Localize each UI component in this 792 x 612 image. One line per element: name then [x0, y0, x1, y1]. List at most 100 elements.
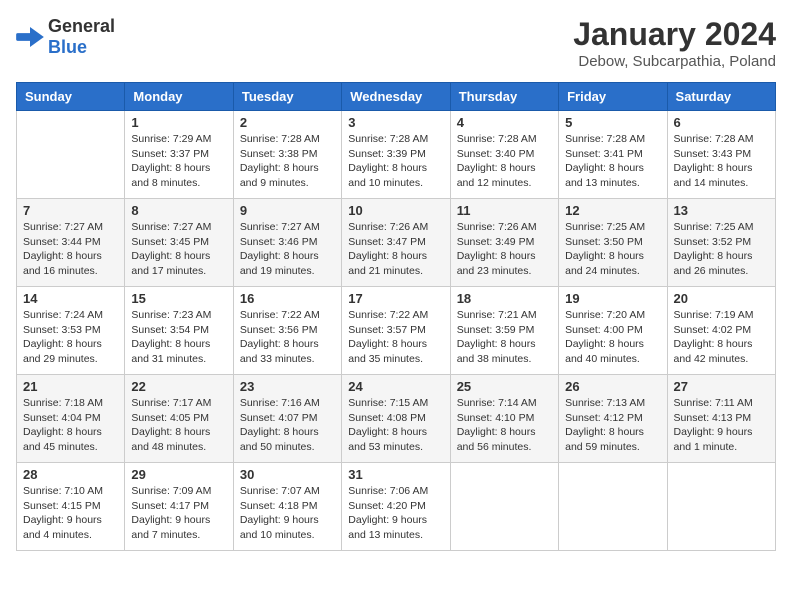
day-number: 18	[457, 291, 552, 306]
day-number: 20	[674, 291, 769, 306]
calendar-cell: 2 Sunrise: 7:28 AM Sunset: 3:38 PM Daylig…	[233, 111, 341, 199]
day-number: 17	[348, 291, 443, 306]
day-number: 1	[131, 115, 226, 130]
day-info: Sunrise: 7:25 AM Sunset: 3:52 PM Dayligh…	[674, 220, 769, 279]
day-number: 6	[674, 115, 769, 130]
day-info: Sunrise: 7:27 AM Sunset: 3:44 PM Dayligh…	[23, 220, 118, 279]
day-info: Sunrise: 7:27 AM Sunset: 3:45 PM Dayligh…	[131, 220, 226, 279]
calendar-cell: 14 Sunrise: 7:24 AM Sunset: 3:53 PM Dayli…	[17, 287, 125, 375]
calendar-cell: 5Sunrise: 7:28 AM Sunset: 3:41 PM Daylig…	[559, 111, 667, 199]
day-number: 19	[565, 291, 660, 306]
calendar-cell: 8 Sunrise: 7:27 AM Sunset: 3:45 PM Daylig…	[125, 199, 233, 287]
calendar-cell: 25 Sunrise: 7:14 AM Sunset: 4:10 PM Dayli…	[450, 375, 558, 463]
calendar-cell: 15 Sunrise: 7:23 AM Sunset: 3:54 PM Dayli…	[125, 287, 233, 375]
day-number: 28	[23, 467, 118, 482]
day-number: 11	[457, 203, 552, 218]
day-info: Sunrise: 7:15 AM Sunset: 4:08 PM Dayligh…	[348, 396, 443, 455]
day-number: 31	[348, 467, 443, 482]
day-number: 26	[565, 379, 660, 394]
day-number: 13	[674, 203, 769, 218]
day-number: 3	[348, 115, 443, 130]
calendar-cell: 9Sunrise: 7:27 AM Sunset: 3:46 PM Daylig…	[233, 199, 341, 287]
day-info: Sunrise: 7:06 AM Sunset: 4:20 PM Dayligh…	[348, 484, 443, 543]
calendar-body: 1 Sunrise: 7:29 AM Sunset: 3:37 PM Daylig…	[17, 111, 776, 551]
calendar-cell: 24 Sunrise: 7:15 AM Sunset: 4:08 PM Dayli…	[342, 375, 450, 463]
day-number: 12	[565, 203, 660, 218]
day-info: Sunrise: 7:18 AM Sunset: 4:04 PM Dayligh…	[23, 396, 118, 455]
day-info: Sunrise: 7:23 AM Sunset: 3:54 PM Dayligh…	[131, 308, 226, 367]
day-info: Sunrise: 7:25 AM Sunset: 3:50 PM Dayligh…	[565, 220, 660, 279]
calendar-cell: 13 Sunrise: 7:25 AM Sunset: 3:52 PM Dayli…	[667, 199, 775, 287]
day-number: 5	[565, 115, 660, 130]
day-info: Sunrise: 7:26 AM Sunset: 3:47 PM Dayligh…	[348, 220, 443, 279]
day-info: Sunrise: 7:28 AM Sunset: 3:43 PM Dayligh…	[674, 132, 769, 191]
day-number: 8	[131, 203, 226, 218]
day-info: Sunrise: 7:19 AM Sunset: 4:02 PM Dayligh…	[674, 308, 769, 367]
day-header-saturday: Saturday	[667, 83, 775, 111]
day-header-wednesday: Wednesday	[342, 83, 450, 111]
day-number: 23	[240, 379, 335, 394]
day-info: Sunrise: 7:22 AM Sunset: 3:56 PM Dayligh…	[240, 308, 335, 367]
calendar-cell: 18Sunrise: 7:21 AM Sunset: 3:59 PM Dayli…	[450, 287, 558, 375]
day-header-tuesday: Tuesday	[233, 83, 341, 111]
day-info: Sunrise: 7:10 AM Sunset: 4:15 PM Dayligh…	[23, 484, 118, 543]
day-info: Sunrise: 7:20 AM Sunset: 4:00 PM Dayligh…	[565, 308, 660, 367]
logo: General Blue	[16, 16, 115, 58]
calendar-cell: 29 Sunrise: 7:09 AM Sunset: 4:17 PM Dayli…	[125, 463, 233, 551]
calendar-cell: 31 Sunrise: 7:06 AM Sunset: 4:20 PM Dayli…	[342, 463, 450, 551]
calendar-cell: 16Sunrise: 7:22 AM Sunset: 3:56 PM Dayli…	[233, 287, 341, 375]
day-info: Sunrise: 7:13 AM Sunset: 4:12 PM Dayligh…	[565, 396, 660, 455]
logo-icon	[16, 27, 44, 47]
calendar-cell	[559, 463, 667, 551]
day-number: 21	[23, 379, 118, 394]
calendar-cell: 17 Sunrise: 7:22 AM Sunset: 3:57 PM Dayli…	[342, 287, 450, 375]
calendar-cell: 26 Sunrise: 7:13 AM Sunset: 4:12 PM Dayli…	[559, 375, 667, 463]
day-number: 9	[240, 203, 335, 218]
day-info: Sunrise: 7:07 AM Sunset: 4:18 PM Dayligh…	[240, 484, 335, 543]
day-number: 15	[131, 291, 226, 306]
calendar-cell: 19 Sunrise: 7:20 AM Sunset: 4:00 PM Dayli…	[559, 287, 667, 375]
week-row-4: 21 Sunrise: 7:18 AM Sunset: 4:04 PM Dayli…	[17, 375, 776, 463]
day-header-thursday: Thursday	[450, 83, 558, 111]
calendar-cell	[17, 111, 125, 199]
day-info: Sunrise: 7:29 AM Sunset: 3:37 PM Dayligh…	[131, 132, 226, 191]
day-info: Sunrise: 7:16 AM Sunset: 4:07 PM Dayligh…	[240, 396, 335, 455]
calendar-cell: 12 Sunrise: 7:25 AM Sunset: 3:50 PM Dayli…	[559, 199, 667, 287]
day-number: 24	[348, 379, 443, 394]
calendar-table: SundayMondayTuesdayWednesdayThursdayFrid…	[16, 82, 776, 551]
day-number: 7	[23, 203, 118, 218]
calendar-cell	[667, 463, 775, 551]
day-header-monday: Monday	[125, 83, 233, 111]
calendar-cell	[450, 463, 558, 551]
day-number: 2	[240, 115, 335, 130]
day-info: Sunrise: 7:28 AM Sunset: 3:38 PM Dayligh…	[240, 132, 335, 191]
calendar-cell: 23 Sunrise: 7:16 AM Sunset: 4:07 PM Dayli…	[233, 375, 341, 463]
day-info: Sunrise: 7:22 AM Sunset: 3:57 PM Dayligh…	[348, 308, 443, 367]
calendar-cell: 7 Sunrise: 7:27 AM Sunset: 3:44 PM Daylig…	[17, 199, 125, 287]
calendar-cell: 30 Sunrise: 7:07 AM Sunset: 4:18 PM Dayli…	[233, 463, 341, 551]
day-number: 30	[240, 467, 335, 482]
calendar-cell: 1 Sunrise: 7:29 AM Sunset: 3:37 PM Daylig…	[125, 111, 233, 199]
day-number: 29	[131, 467, 226, 482]
day-number: 14	[23, 291, 118, 306]
day-header-friday: Friday	[559, 83, 667, 111]
calendar-cell: 3Sunrise: 7:28 AM Sunset: 3:39 PM Daylig…	[342, 111, 450, 199]
week-row-3: 14 Sunrise: 7:24 AM Sunset: 3:53 PM Dayli…	[17, 287, 776, 375]
day-info: Sunrise: 7:14 AM Sunset: 4:10 PM Dayligh…	[457, 396, 552, 455]
day-info: Sunrise: 7:09 AM Sunset: 4:17 PM Dayligh…	[131, 484, 226, 543]
title-area: January 2024 Debow, Subcarpathia, Poland	[573, 16, 776, 70]
calendar-cell: 4Sunrise: 7:28 AM Sunset: 3:40 PM Daylig…	[450, 111, 558, 199]
calendar-cell: 20 Sunrise: 7:19 AM Sunset: 4:02 PM Dayli…	[667, 287, 775, 375]
logo-text-blue: Blue	[48, 37, 87, 57]
day-number: 25	[457, 379, 552, 394]
day-number: 22	[131, 379, 226, 394]
week-row-5: 28 Sunrise: 7:10 AM Sunset: 4:15 PM Dayli…	[17, 463, 776, 551]
month-title: January 2024	[573, 16, 776, 53]
calendar-cell: 27Sunrise: 7:11 AM Sunset: 4:13 PM Dayli…	[667, 375, 775, 463]
day-info: Sunrise: 7:24 AM Sunset: 3:53 PM Dayligh…	[23, 308, 118, 367]
calendar-cell: 22Sunrise: 7:17 AM Sunset: 4:05 PM Dayli…	[125, 375, 233, 463]
calendar-cell: 28 Sunrise: 7:10 AM Sunset: 4:15 PM Dayli…	[17, 463, 125, 551]
calendar-cell: 6 Sunrise: 7:28 AM Sunset: 3:43 PM Daylig…	[667, 111, 775, 199]
day-number: 4	[457, 115, 552, 130]
day-info: Sunrise: 7:26 AM Sunset: 3:49 PM Dayligh…	[457, 220, 552, 279]
